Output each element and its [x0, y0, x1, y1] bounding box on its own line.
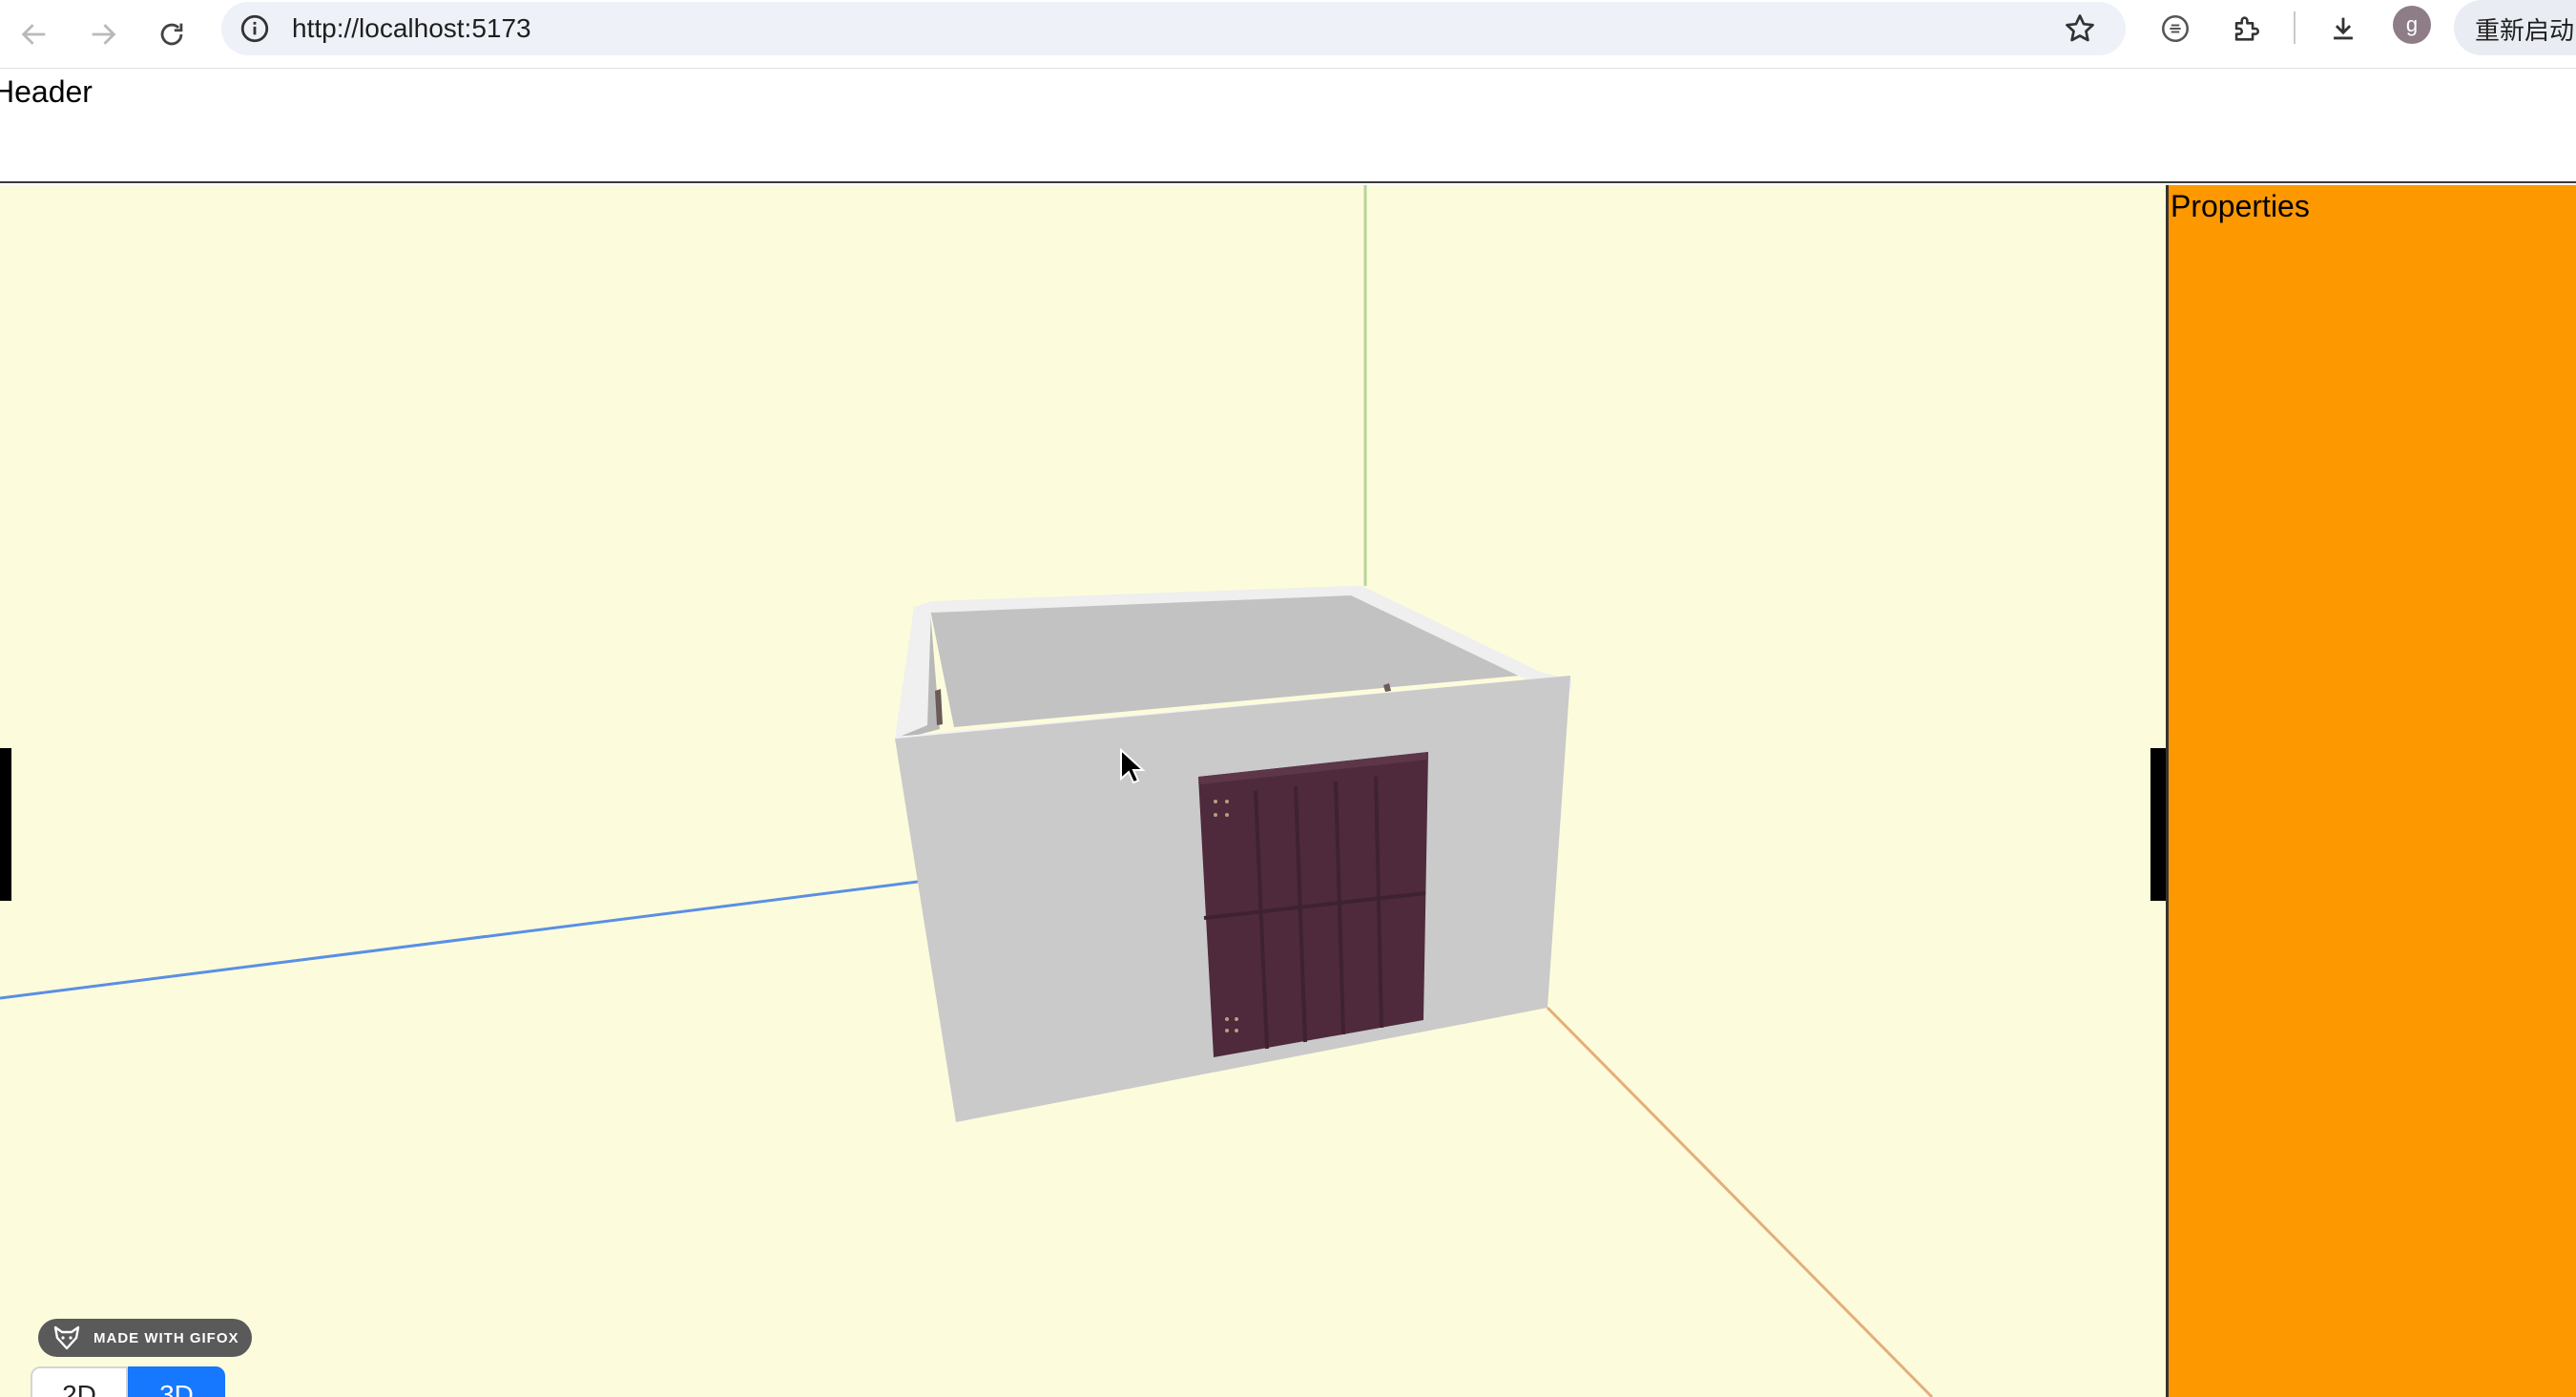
view-3d-button[interactable]: 3D — [128, 1366, 225, 1397]
3d-viewport[interactable]: MADE WITH GIFOX 2D 3D — [0, 185, 2166, 1397]
left-panel-resize-handle[interactable] — [0, 748, 11, 901]
3d-scene[interactable] — [0, 185, 2166, 1397]
extension-puzzle-icon — [2234, 16, 2259, 41]
properties-panel: Properties — [2166, 185, 2576, 1397]
fox-logo-icon — [53, 1325, 80, 1350]
right-panel-resize-handle[interactable] — [2150, 748, 2166, 901]
download-icon — [2334, 17, 2353, 40]
info-icon[interactable] — [239, 12, 271, 45]
extension-circle-icon — [2161, 14, 2190, 43]
gifox-watermark: MADE WITH GIFOX — [38, 1319, 252, 1357]
view-mode-toggle: 2D 3D — [31, 1366, 225, 1397]
extension-circle-button[interactable] — [2154, 8, 2196, 50]
toolbar-divider — [2294, 11, 2296, 44]
z-axis-line — [1546, 1006, 1934, 1397]
app-header: Header — [0, 69, 2576, 183]
address-bar[interactable]: http://localhost:5173 — [221, 2, 2126, 55]
watermark-text: MADE WITH GIFOX — [93, 1329, 239, 1346]
arrow-right-icon — [92, 24, 116, 45]
star-icon[interactable] — [2063, 11, 2097, 46]
extensions-button[interactable] — [2225, 8, 2267, 50]
relaunch-button[interactable]: 重新启动 — [2454, 0, 2576, 55]
reload-icon — [160, 23, 183, 46]
forward-button[interactable] — [78, 10, 128, 59]
x-axis-line — [0, 880, 919, 1000]
view-2d-button[interactable]: 2D — [31, 1366, 128, 1397]
browser-toolbar: http://localhost:5173 g 重新启动 — [0, 0, 2576, 69]
downloads-button[interactable] — [2322, 8, 2364, 50]
left-wall-top-cap — [895, 606, 931, 739]
profile-avatar[interactable]: g — [2393, 6, 2431, 44]
properties-title: Properties — [2171, 189, 2310, 223]
reload-button[interactable] — [147, 10, 197, 59]
door[interactable] — [1198, 752, 1428, 1057]
url-text[interactable]: http://localhost:5173 — [292, 13, 531, 44]
back-button[interactable] — [10, 10, 59, 59]
header-title: Header — [0, 74, 93, 109]
arrow-left-icon — [21, 24, 46, 45]
